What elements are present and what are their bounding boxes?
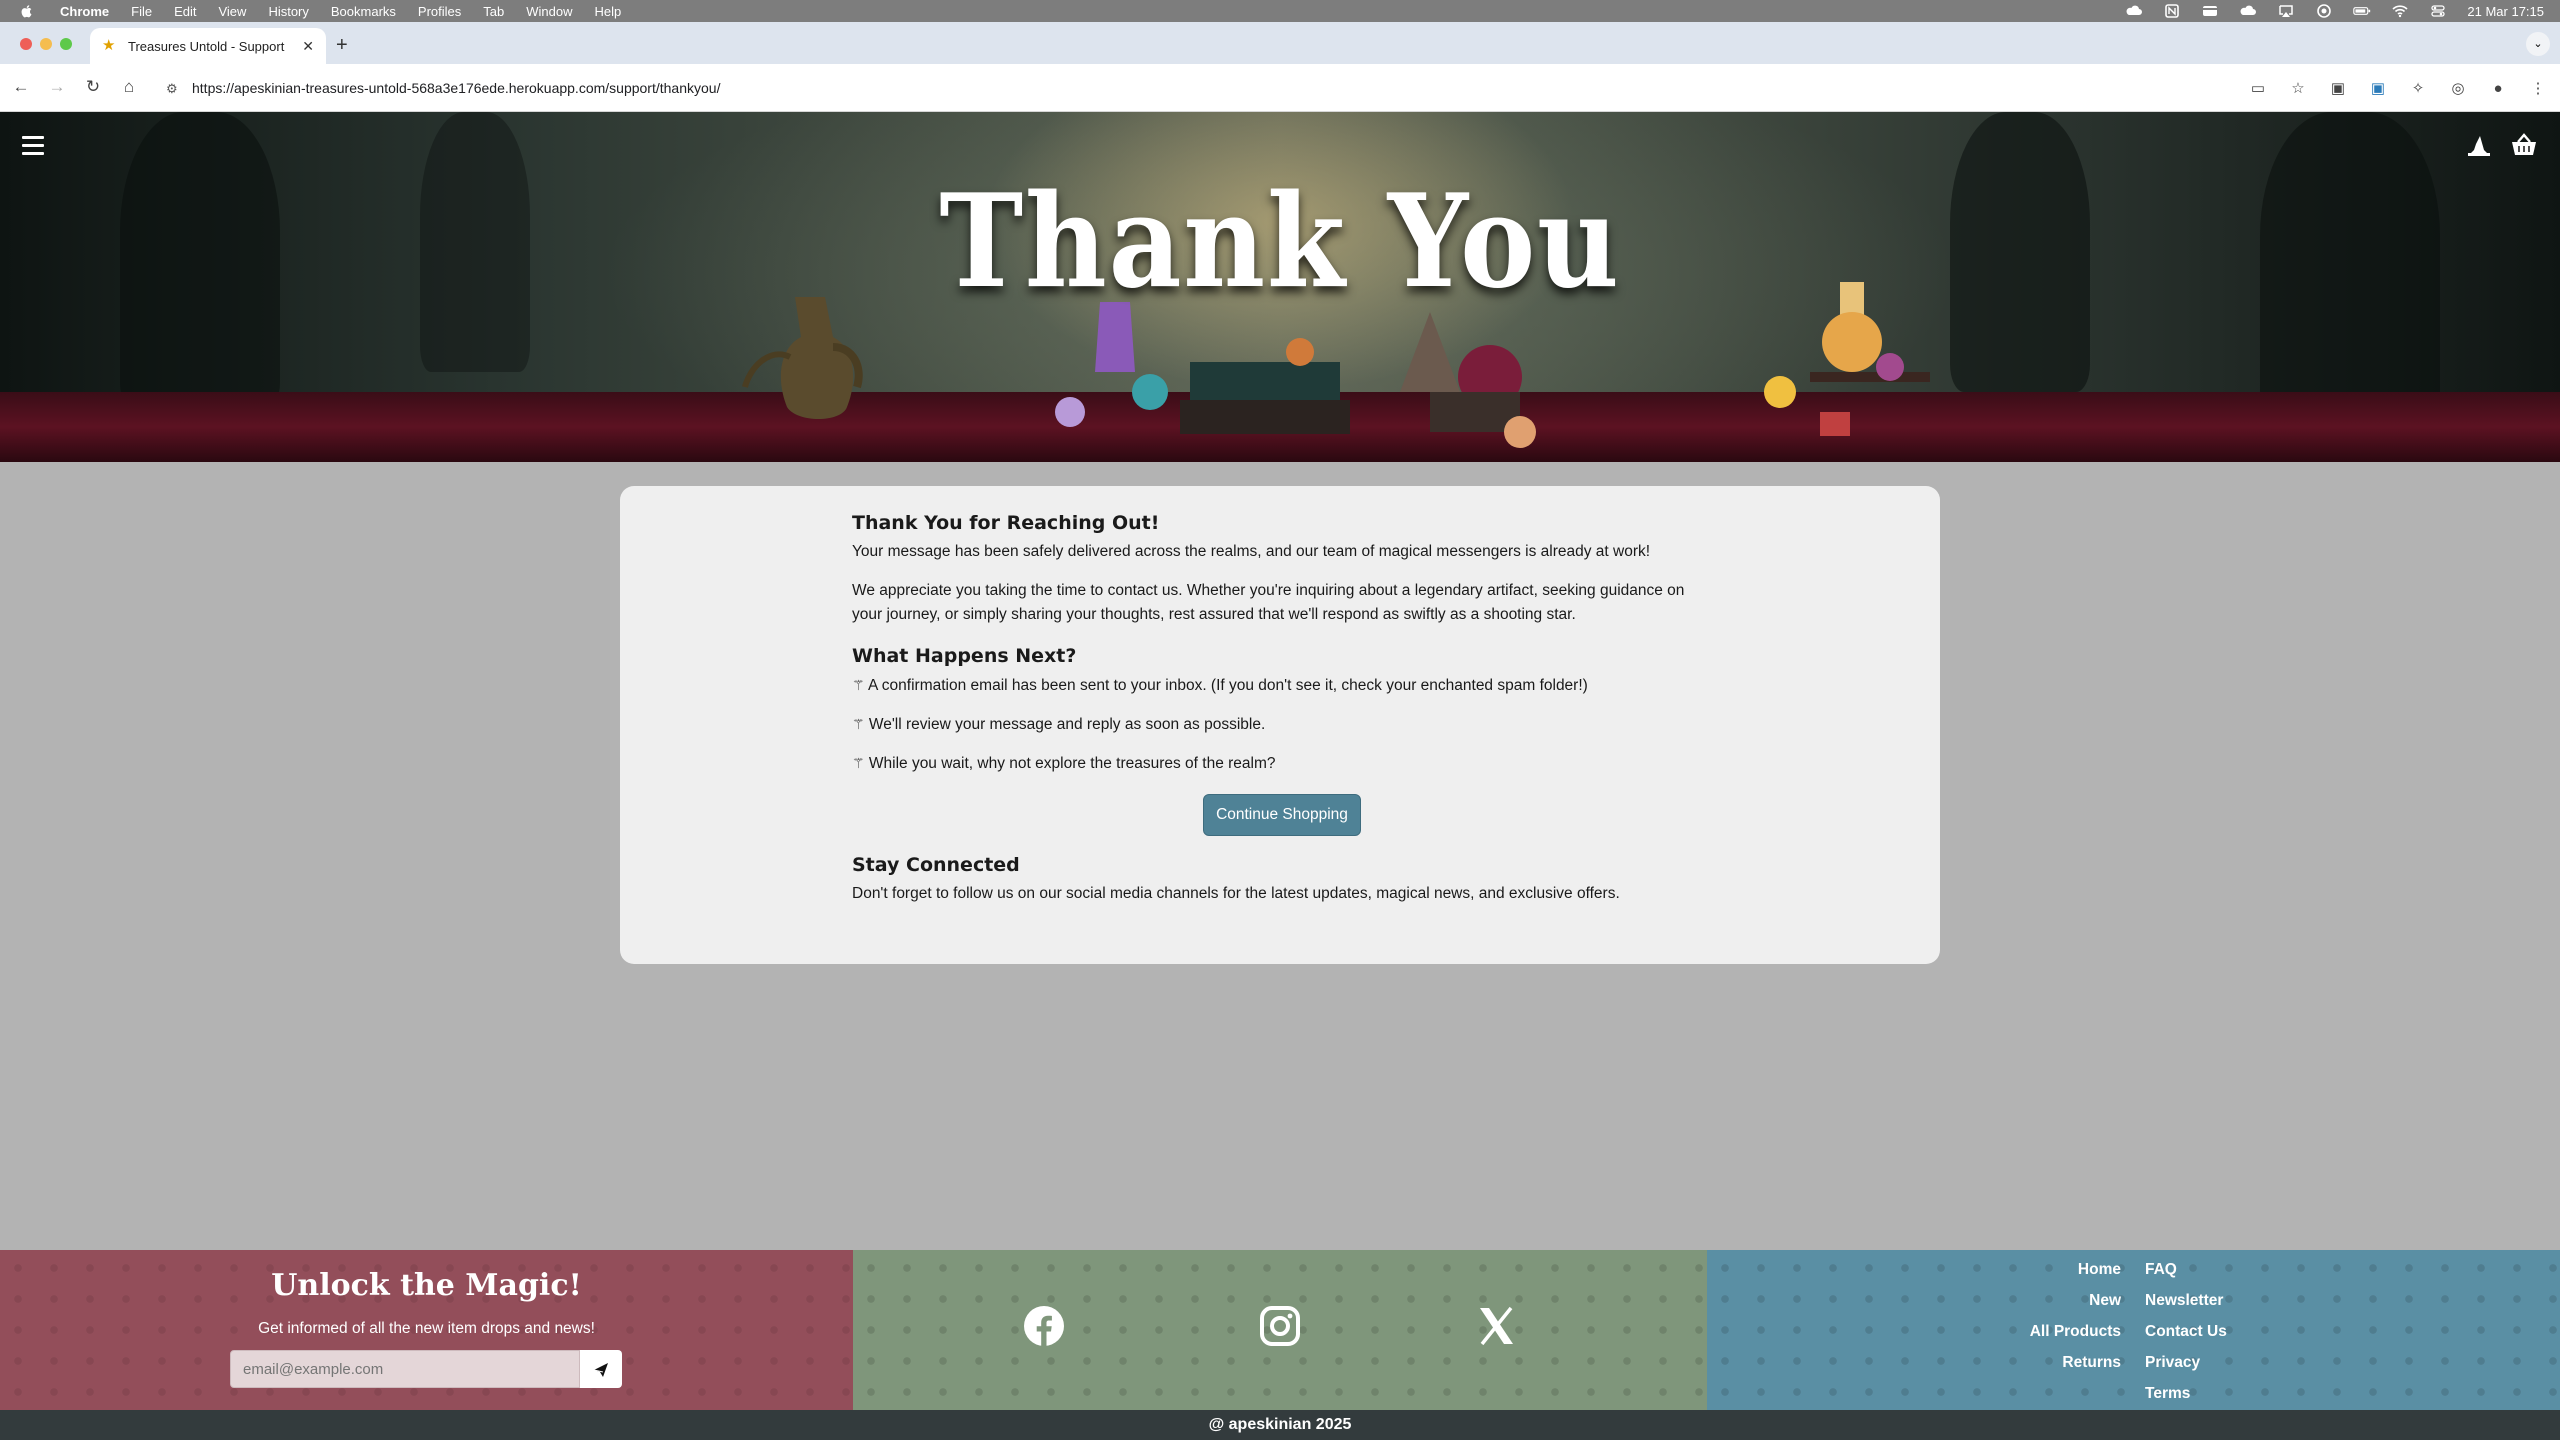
stay-connected-heading: Stay Connected bbox=[852, 854, 1020, 876]
reload-icon[interactable]: ↻ bbox=[82, 77, 104, 97]
menu-edit[interactable]: Edit bbox=[174, 4, 196, 19]
address-bar[interactable]: ⚙ https://apeskinian-treasures-untold-56… bbox=[156, 71, 2276, 105]
clock[interactable]: 21 Mar 17:15 bbox=[2467, 4, 2544, 19]
control-center-icon[interactable] bbox=[2429, 4, 2447, 18]
next-step-text: A confirmation email has been sent to yo… bbox=[868, 677, 1588, 694]
menu-file[interactable]: File bbox=[131, 4, 152, 19]
hero-banner: Thank You bbox=[0, 112, 2560, 462]
extension-2-icon[interactable]: ▣ bbox=[2368, 79, 2388, 97]
newsletter-section: Unlock the Magic! Get informed of all th… bbox=[0, 1250, 853, 1410]
x-icon[interactable] bbox=[1474, 1304, 1518, 1348]
footer-link-newsletter[interactable]: Newsletter bbox=[2145, 1285, 2345, 1316]
magic-wand-icon: ⚚ bbox=[852, 716, 865, 732]
facebook-icon[interactable] bbox=[1022, 1304, 1066, 1348]
appreciation-text: We appreciate you taking the time to con… bbox=[852, 582, 1685, 623]
menu-help[interactable]: Help bbox=[595, 4, 622, 19]
browser-tab[interactable]: ★ Treasures Untold - Support ✕ bbox=[90, 28, 326, 64]
magic-wand-icon: ⚚ bbox=[852, 677, 865, 693]
footer-link-terms[interactable]: Terms bbox=[2145, 1378, 2345, 1409]
footer-link-all-products[interactable]: All Products bbox=[1977, 1316, 2121, 1347]
footer-link-new[interactable]: New bbox=[1977, 1285, 2121, 1316]
extension-1-icon[interactable]: ▣ bbox=[2328, 79, 2348, 97]
menu-view[interactable]: View bbox=[218, 4, 246, 19]
magic-wand-icon: ⚚ bbox=[852, 755, 865, 771]
hero-title: Thank You bbox=[939, 167, 1621, 317]
footer-link-faq[interactable]: FAQ bbox=[2145, 1254, 2345, 1285]
menu-chrome[interactable]: Chrome bbox=[60, 4, 109, 19]
stay-connected-text: Don't forget to follow us on our social … bbox=[852, 885, 1620, 902]
newsletter-subtitle: Get informed of all the new item drops a… bbox=[258, 1320, 595, 1337]
shopping-basket-icon[interactable] bbox=[2510, 132, 2538, 158]
footer-links-right: FAQ Newsletter Contact Us Privacy Terms bbox=[2145, 1254, 2345, 1409]
wifi-icon[interactable] bbox=[2391, 4, 2409, 18]
apple-logo-icon[interactable] bbox=[20, 4, 34, 18]
footer-links-left: Home New All Products Returns bbox=[1977, 1254, 2121, 1378]
newsletter-submit-button[interactable] bbox=[580, 1350, 622, 1388]
footer-link-privacy[interactable]: Privacy bbox=[2145, 1347, 2345, 1378]
menu-history[interactable]: History bbox=[268, 4, 308, 19]
close-window-button[interactable] bbox=[20, 38, 32, 50]
menu-bookmarks[interactable]: Bookmarks bbox=[331, 4, 396, 19]
cloud-icon[interactable] bbox=[2125, 4, 2143, 18]
new-tab-button[interactable]: + bbox=[336, 34, 348, 57]
extensions-puzzle-icon[interactable]: ✧ bbox=[2408, 79, 2428, 97]
paper-plane-icon bbox=[593, 1363, 608, 1377]
tab-search-chevron-icon[interactable]: ⌄ bbox=[2526, 32, 2550, 56]
next-step-item: ⚚ A confirmation email has been sent to … bbox=[852, 673, 1712, 698]
bookmark-star-icon[interactable]: ☆ bbox=[2288, 79, 2308, 97]
chrome-menu-icon[interactable]: ⋮ bbox=[2528, 79, 2548, 97]
tab-title: Treasures Untold - Support bbox=[128, 38, 285, 54]
footer-link-contact-us[interactable]: Contact Us bbox=[2145, 1316, 2345, 1347]
creative-cloud-icon[interactable] bbox=[2239, 4, 2257, 18]
browser-toolbar: ← → ↻ ⌂ ⚙ https://apeskinian-treasures-u… bbox=[0, 64, 2560, 112]
payment-card-icon[interactable]: ▭ bbox=[2248, 79, 2268, 97]
card-heading: Thank You for Reaching Out! bbox=[852, 512, 1160, 534]
footer-link-returns[interactable]: Returns bbox=[1977, 1347, 2121, 1378]
social-section bbox=[853, 1250, 1707, 1410]
browser-tab-strip: ★ Treasures Untold - Support ✕ + ⌄ bbox=[0, 22, 2560, 64]
intro-text: Your message has been safely delivered a… bbox=[852, 543, 1651, 560]
next-step-item: ⚚ We'll review your message and reply as… bbox=[852, 712, 1712, 737]
media-icon[interactable]: ◎ bbox=[2448, 79, 2468, 97]
thank-you-card: Thank You for Reaching Out! Your message… bbox=[620, 486, 1940, 964]
newsletter-email-input[interactable] bbox=[230, 1350, 580, 1388]
next-step-text: While you wait, why not explore the trea… bbox=[868, 755, 1276, 772]
airplay-icon[interactable] bbox=[2277, 4, 2295, 18]
menu-tab[interactable]: Tab bbox=[483, 4, 504, 19]
os-menubar: Chrome File Edit View History Bookmarks … bbox=[0, 0, 2560, 22]
minimize-window-button[interactable] bbox=[40, 38, 52, 50]
next-step-text: We'll review your message and reply as s… bbox=[868, 716, 1266, 733]
battery-icon[interactable] bbox=[2353, 4, 2371, 18]
site-info-icon[interactable]: ⚙ bbox=[166, 81, 178, 97]
continue-shopping-button[interactable]: Continue Shopping bbox=[1203, 794, 1361, 836]
menu-profiles[interactable]: Profiles bbox=[418, 4, 461, 19]
menu-window[interactable]: Window bbox=[526, 4, 572, 19]
footer-links-section bbox=[1707, 1250, 2560, 1410]
forward-arrow-icon[interactable]: → bbox=[46, 77, 68, 97]
focus-icon[interactable] bbox=[2315, 4, 2333, 18]
footer-link-home[interactable]: Home bbox=[1977, 1254, 2121, 1285]
newsletter-title: Unlock the Magic! bbox=[271, 1268, 582, 1303]
copyright-bar: @ apeskinian 2025 bbox=[0, 1410, 2560, 1440]
next-step-item: ⚚ While you wait, why not explore the tr… bbox=[852, 751, 1712, 776]
profile-avatar-icon[interactable]: ● bbox=[2488, 80, 2508, 97]
back-arrow-icon[interactable]: ← bbox=[10, 77, 32, 97]
home-icon[interactable]: ⌂ bbox=[118, 77, 140, 97]
close-tab-icon[interactable]: ✕ bbox=[302, 38, 314, 55]
instagram-icon[interactable] bbox=[1258, 1304, 1302, 1348]
next-steps-heading: What Happens Next? bbox=[852, 645, 1077, 667]
card-icon[interactable] bbox=[2201, 4, 2219, 18]
wizard-hat-account-icon[interactable] bbox=[2466, 132, 2492, 158]
notion-icon[interactable] bbox=[2163, 4, 2181, 18]
hamburger-menu-icon[interactable] bbox=[22, 136, 44, 155]
maximize-window-button[interactable] bbox=[60, 38, 72, 50]
url-text[interactable]: https://apeskinian-treasures-untold-568a… bbox=[192, 80, 720, 96]
star-favicon-icon: ★ bbox=[102, 37, 116, 54]
